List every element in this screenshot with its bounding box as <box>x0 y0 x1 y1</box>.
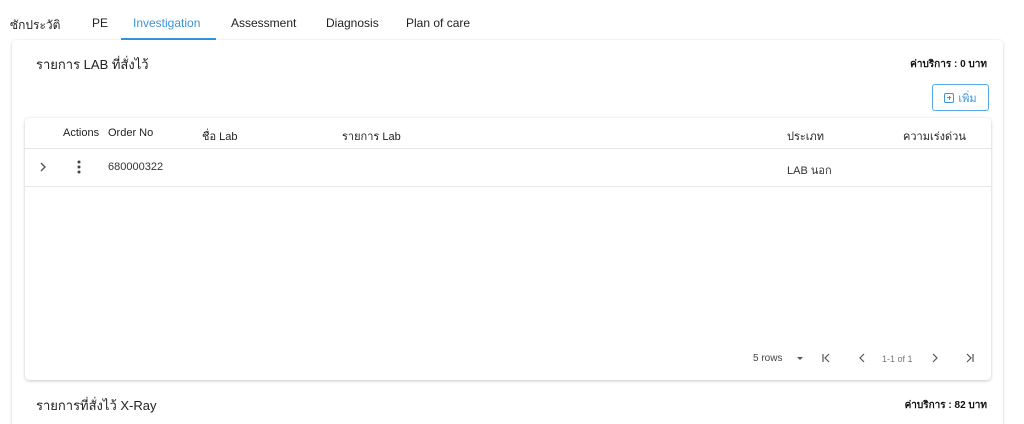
tab-assessment[interactable]: Assessment <box>231 16 296 30</box>
column-header-type[interactable]: ประเภท <box>787 127 824 145</box>
last-page-icon[interactable] <box>964 352 976 364</box>
row-order-no: 680000322 <box>108 161 164 173</box>
tab-investigation[interactable]: Investigation <box>133 16 200 30</box>
column-header-urgency[interactable]: ความเร่งด่วน <box>903 127 966 145</box>
lab-service-fee: ค่าบริการ : 0 บาท <box>910 59 987 70</box>
row-actions-menu-icon[interactable] <box>76 159 82 175</box>
pagination-range: 1-1 of 1 <box>882 354 913 364</box>
tab-history[interactable]: ซักประวัติ <box>10 16 60 35</box>
previous-page-icon[interactable] <box>856 352 868 364</box>
lab-section-title: รายการ LAB ที่สั่งไว้ <box>36 57 149 72</box>
tab-plan-of-care[interactable]: Plan of care <box>406 16 470 30</box>
tab-diagnosis[interactable]: Diagnosis <box>326 16 379 30</box>
first-page-icon[interactable] <box>820 352 832 364</box>
xray-service-fee: ค่าบริการ : 82 บาท <box>904 400 987 411</box>
add-box-icon <box>944 92 955 103</box>
next-page-icon[interactable] <box>929 352 941 364</box>
add-lab-button-label: เพิ่ม <box>958 92 977 105</box>
column-header-order-no[interactable]: Order No <box>108 127 153 139</box>
tab-pe[interactable]: PE <box>92 16 108 30</box>
column-header-actions: Actions <box>63 127 100 139</box>
dropdown-arrow-icon[interactable] <box>794 352 806 364</box>
xray-section-title: รายการที่สั่งไว้ X-Ray <box>36 398 157 413</box>
table-header-divider <box>25 148 991 149</box>
table-row-divider <box>25 186 991 187</box>
column-header-lab-items[interactable]: รายการ Lab <box>342 127 401 145</box>
lab-table <box>25 118 991 380</box>
add-lab-button[interactable]: เพิ่ม <box>932 84 989 111</box>
expand-row-chevron-icon[interactable] <box>38 160 48 174</box>
row-type: LAB นอก <box>787 165 832 177</box>
tab-bar: ซักประวัติ PE Investigation Assessment D… <box>0 0 1024 40</box>
rows-per-page-select[interactable]: 5 rows <box>753 353 782 364</box>
column-header-lab-name[interactable]: ชื่อ Lab <box>202 127 237 145</box>
